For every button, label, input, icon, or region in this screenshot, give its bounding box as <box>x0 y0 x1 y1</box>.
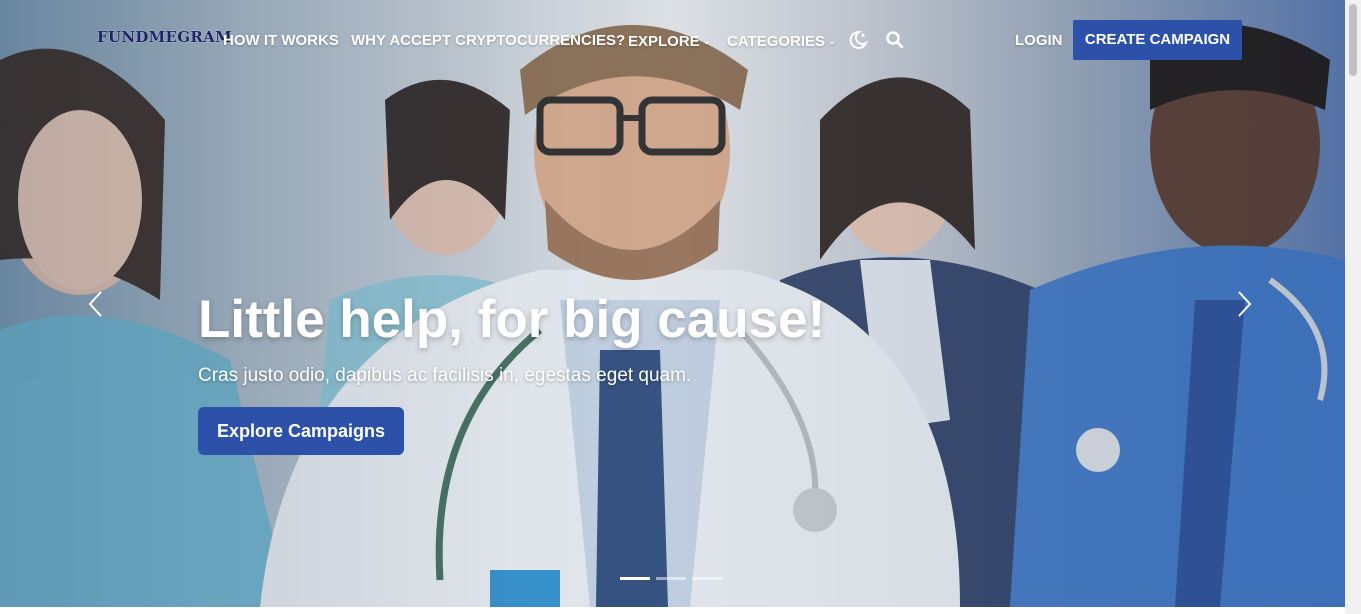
carousel-next-button[interactable] <box>1234 290 1254 318</box>
hero-title: Little help, for big cause! <box>198 290 826 349</box>
site-header: FUNDMEGRAM HOW IT WORKS WHY ACCEPT CRYPT… <box>0 0 1345 80</box>
explore-campaigns-button[interactable]: Explore Campaigns <box>198 407 404 455</box>
carousel-indicator-3[interactable] <box>692 577 722 580</box>
nav-explore-dropdown[interactable]: EXPLORE ⌄ <box>628 31 710 51</box>
search-icon <box>886 31 904 49</box>
chevron-down-icon: ⌄ <box>828 36 836 46</box>
moon-icon <box>849 30 869 49</box>
carousel-indicator-2[interactable] <box>656 577 686 580</box>
vertical-scrollbar[interactable] <box>1345 0 1361 614</box>
create-campaign-button[interactable]: CREATE CAMPAIGN <box>1073 20 1242 60</box>
nav-why-crypto-label: WHY ACCEPT CRYPTOCURRENCIES? <box>351 32 626 49</box>
page-body-edge <box>0 607 1345 614</box>
nav-explore-label: EXPLORE <box>628 33 700 50</box>
nav-how-it-works-label: HOW IT WORKS <box>223 32 339 49</box>
login-link[interactable]: LOGIN <box>1015 31 1063 51</box>
hero-slider: FUNDMEGRAM HOW IT WORKS WHY ACCEPT CRYPT… <box>0 0 1345 607</box>
chevron-left-icon <box>88 291 102 317</box>
chevron-down-icon: ⌄ <box>702 36 711 46</box>
nav-categories-label: CATEGORIES <box>727 33 826 50</box>
hero-subtitle: Cras justo odio, dapibus ac facilisis in… <box>198 365 692 386</box>
scrollbar-thumb[interactable] <box>1349 4 1357 76</box>
login-label: LOGIN <box>1015 32 1063 49</box>
nav-categories-dropdown[interactable]: CATEGORIES ⌄ <box>727 31 836 51</box>
chevron-right-icon <box>1238 291 1252 317</box>
carousel-prev-button[interactable] <box>86 290 106 318</box>
nav-why-crypto[interactable]: WHY ACCEPT CRYPTOCURRENCIES? <box>351 31 625 51</box>
search-button[interactable] <box>885 30 905 50</box>
carousel-indicator-1[interactable] <box>620 577 650 580</box>
site-logo[interactable]: FUNDMEGRAM <box>97 28 232 46</box>
nav-how-it-works[interactable]: HOW IT WORKS <box>223 31 339 51</box>
dark-mode-toggle[interactable] <box>848 30 869 50</box>
